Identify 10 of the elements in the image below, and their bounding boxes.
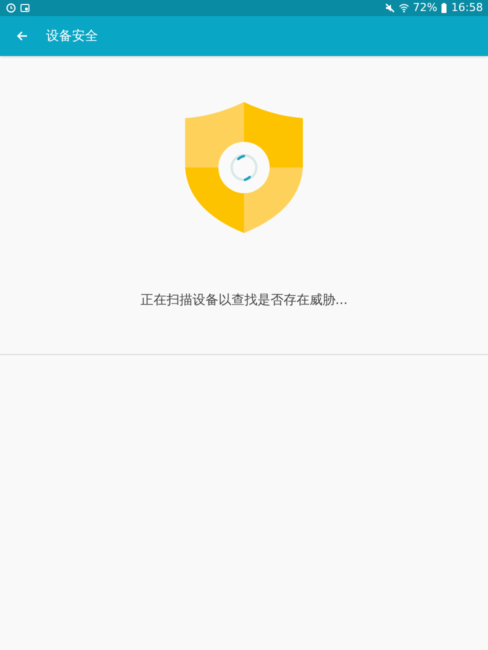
mute-icon — [384, 3, 395, 13]
page-title: 设备安全 — [46, 28, 98, 45]
scan-status-text: 正在扫描设备以查找是否存在威胁... — [140, 292, 348, 309]
alarm-icon — [6, 3, 16, 13]
gallery-icon — [20, 3, 30, 13]
battery-percent: 72% — [412, 0, 438, 16]
wifi-icon — [398, 3, 409, 13]
battery-icon — [441, 3, 448, 13]
clock: 16:58 — [451, 0, 483, 16]
back-arrow-icon[interactable] — [16, 30, 28, 42]
